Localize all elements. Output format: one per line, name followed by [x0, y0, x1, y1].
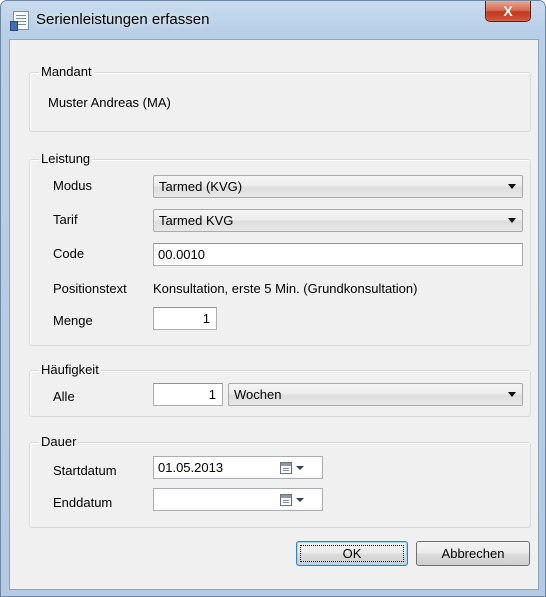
cancel-button-label: Abbrechen: [441, 546, 505, 561]
close-button[interactable]: X: [485, 1, 531, 22]
enddatum-picker[interactable]: [153, 488, 323, 511]
leistung-group-label: Leistung: [39, 151, 93, 167]
interval-select[interactable]: Wochen: [228, 383, 523, 406]
window-title: Serienleistungen erfassen: [36, 11, 210, 28]
tarif-select[interactable]: Tarmed KVG: [153, 209, 523, 232]
ok-button[interactable]: OK: [296, 541, 408, 566]
modus-select[interactable]: Tarmed (KVG): [153, 175, 523, 198]
close-icon: X: [503, 3, 513, 19]
chevron-down-icon: [508, 184, 516, 189]
cancel-button[interactable]: Abbrechen: [416, 541, 530, 566]
positionstext-label: Positionstext: [53, 281, 127, 296]
code-value: 00.0010: [158, 247, 205, 262]
tarif-selected-value: Tarmed KVG: [159, 213, 234, 228]
chevron-down-icon[interactable]: [296, 466, 304, 470]
focus-rectangle: [300, 545, 404, 562]
chevron-down-icon[interactable]: [296, 498, 304, 502]
document-list-icon: [10, 11, 29, 31]
positionstext-value: Konsultation, erste 5 Min. (Grundkonsult…: [153, 281, 418, 296]
mandant-group-label: Mandant: [39, 64, 94, 80]
startdatum-value: 01.05.2013: [158, 460, 224, 475]
chevron-down-icon: [508, 218, 516, 223]
calendar-icon[interactable]: [280, 494, 292, 506]
alle-value: 1: [208, 387, 216, 402]
alle-label: Alle: [53, 389, 75, 404]
haeufigkeit-group-label: Häufigkeit: [39, 362, 101, 378]
mandant-value: Muster Andreas (MA): [48, 95, 171, 110]
tarif-label: Tarif: [53, 212, 78, 227]
menge-value: 1: [202, 311, 210, 326]
interval-selected-value: Wochen: [234, 387, 282, 402]
calendar-icon[interactable]: [280, 462, 292, 474]
startdatum-picker[interactable]: 01.05.2013: [153, 456, 323, 479]
dauer-group-label: Dauer: [39, 434, 79, 450]
title-bar[interactable]: Serienleistungen erfassen X: [1, 1, 545, 39]
modus-label: Modus: [53, 178, 93, 193]
menge-input[interactable]: 1: [153, 307, 217, 330]
chevron-down-icon: [508, 392, 516, 397]
menge-label: Menge: [53, 313, 93, 328]
code-input[interactable]: 00.0010: [153, 243, 523, 266]
code-label: Code: [53, 246, 85, 261]
startdatum-label: Startdatum: [53, 463, 117, 478]
dialog-window: Serienleistungen erfassen X Mandant Must…: [0, 0, 546, 597]
alle-input[interactable]: 1: [153, 383, 223, 406]
dauer-group: Dauer: [29, 434, 531, 528]
enddatum-label: Enddatum: [53, 495, 113, 510]
modus-selected-value: Tarmed (KVG): [159, 179, 243, 194]
